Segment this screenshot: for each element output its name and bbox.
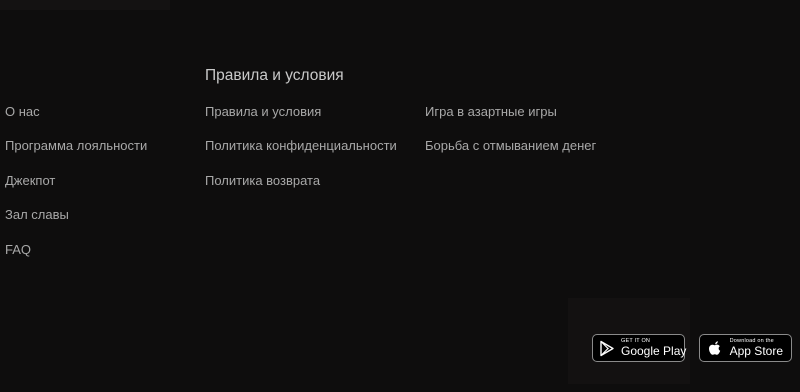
link-jackpot[interactable]: Джекпот xyxy=(5,171,147,205)
link-aml[interactable]: Борьба с отмыванием денег xyxy=(425,136,596,170)
link-privacy-policy[interactable]: Политика конфиденциальности xyxy=(205,136,397,170)
link-terms[interactable]: Правила и условия xyxy=(205,102,397,136)
link-faq[interactable]: FAQ xyxy=(5,240,147,274)
apple-icon xyxy=(706,339,724,357)
top-strip xyxy=(0,0,170,10)
google-play-icon xyxy=(599,339,615,357)
link-gambling[interactable]: Игра в азартные игры xyxy=(425,102,596,136)
link-about[interactable]: О нас xyxy=(5,102,147,136)
app-store-label: App Store xyxy=(729,344,783,359)
link-refund-policy[interactable]: Политика возврата xyxy=(205,171,397,205)
link-hall-of-fame[interactable]: Зал славы xyxy=(5,205,147,239)
footer-column-terms: Правила и условия Политика конфиденциаль… xyxy=(205,102,397,205)
footer: Правила и условия О нас Программа лояльн… xyxy=(0,0,800,392)
google-play-label: Google Play xyxy=(621,344,687,359)
google-play-badge[interactable]: GET IT ON Google Play xyxy=(592,334,687,362)
section-heading: Правила и условия xyxy=(205,67,344,84)
app-store-badge[interactable]: Download on the App Store xyxy=(699,334,792,362)
footer-column-responsible: Игра в азартные игры Борьба с отмыванием… xyxy=(425,102,596,171)
link-loyalty-program[interactable]: Программа лояльности xyxy=(5,136,147,170)
footer-column-about: О нас Программа лояльности Джекпот Зал с… xyxy=(5,102,147,274)
